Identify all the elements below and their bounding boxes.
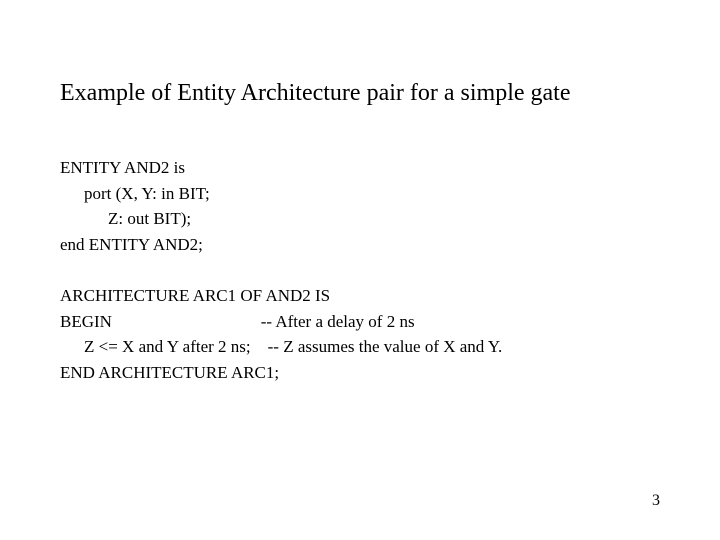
entity-line-2: port (X, Y: in BIT;	[60, 181, 660, 207]
arch-line-4: END ARCHITECTURE ARC1;	[60, 360, 660, 386]
arch-line-1: ARCHITECTURE ARC1 OF AND2 IS	[60, 283, 660, 309]
page-number: 3	[652, 492, 660, 510]
entity-line-1: ENTITY AND2 is	[60, 155, 660, 181]
entity-line-4: end ENTITY AND2;	[60, 232, 660, 258]
architecture-block: ARCHITECTURE ARC1 OF AND2 IS BEGIN -- Af…	[60, 283, 660, 385]
arch-line-3: Z <= X and Y after 2 ns; -- Z assumes th…	[60, 334, 660, 360]
entity-line-3: Z: out BIT);	[60, 206, 660, 232]
slide-content: Example of Entity Architecture pair for …	[0, 0, 720, 385]
entity-block: ENTITY AND2 is port (X, Y: in BIT; Z: ou…	[60, 155, 660, 257]
arch-line-2: BEGIN -- After a delay of 2 ns	[60, 309, 660, 335]
slide-title: Example of Entity Architecture pair for …	[60, 80, 660, 107]
block-separator	[60, 257, 660, 283]
